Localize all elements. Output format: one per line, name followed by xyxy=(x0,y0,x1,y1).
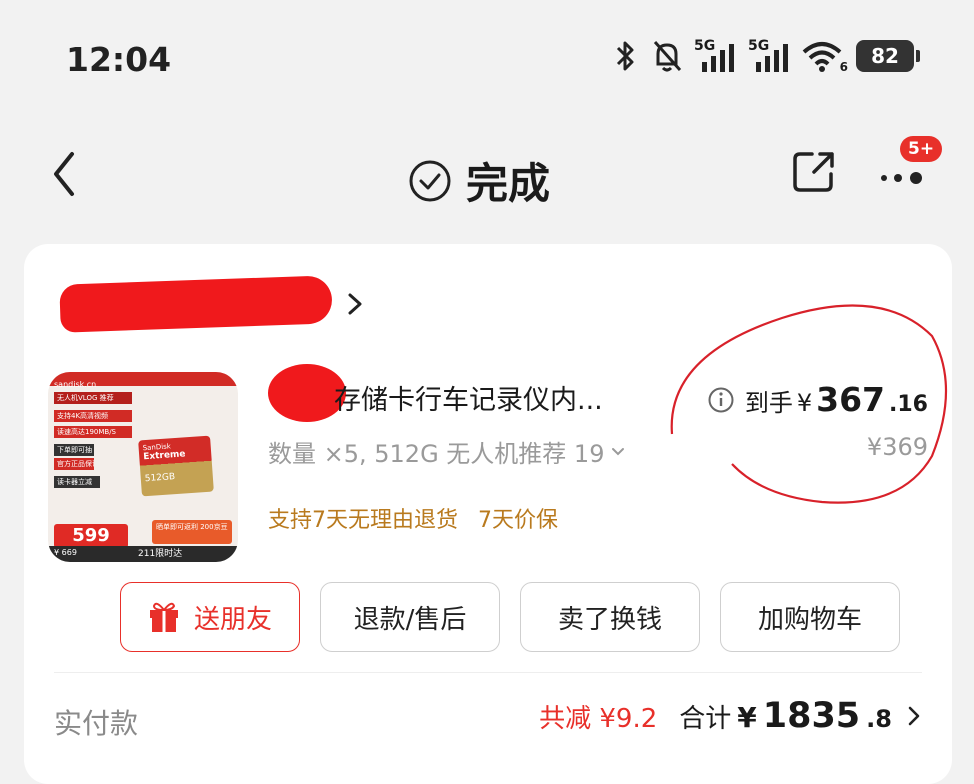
card-capacity: 512GB xyxy=(144,472,176,485)
price-currency: ¥ xyxy=(796,389,813,417)
info-icon[interactable] xyxy=(707,386,735,414)
cellular-signal-1: 5G xyxy=(694,38,738,74)
total-integer: 1835 xyxy=(762,696,861,736)
share-button[interactable] xyxy=(790,148,838,196)
refund-aftersale-button[interactable]: 退款/售后 xyxy=(320,582,500,652)
payment-summary-row[interactable]: 实付款 共减 ¥9.2 合计 ¥ 1835 .8 xyxy=(54,696,922,746)
gift-icon xyxy=(149,602,178,632)
image-price: 599 xyxy=(54,524,128,548)
service-tags: 支持7天无理由退货 7天价保 xyxy=(268,502,558,534)
mute-bell-icon xyxy=(653,41,682,72)
send-to-friend-button[interactable]: 送朋友 xyxy=(120,582,300,652)
nav-title-group: 完成 xyxy=(408,150,550,211)
chevron-right-icon xyxy=(908,706,920,726)
notification-badge: 5+ xyxy=(900,136,943,162)
product-image[interactable]: sandisk.cn 无人机VLOG 推荐 支持4K高清视频 读速高达190MB… xyxy=(48,372,238,562)
final-price: 到手 ¥ 367 .16 xyxy=(707,380,928,419)
total-label: 合计 xyxy=(679,704,732,734)
price-decimal: .16 xyxy=(889,392,928,417)
price-label: 到手 xyxy=(744,389,793,417)
discount-amount: 共减 ¥9.2 xyxy=(539,704,658,734)
signal-bars-icon xyxy=(756,44,788,72)
total-currency: ¥ xyxy=(737,701,757,734)
status-bar: 12:04 5G 5G 6 82 xyxy=(0,0,974,110)
total-decimal: .8 xyxy=(866,705,892,733)
image-headline: 无人机VLOG 推荐 xyxy=(54,392,132,404)
shop-link[interactable] xyxy=(59,275,366,333)
button-label: 退款/售后 xyxy=(353,604,467,635)
image-top-text: sandisk.cn xyxy=(54,380,97,389)
service-tag: 7天价保 xyxy=(478,508,558,533)
back-button[interactable] xyxy=(44,146,84,202)
nav-bar: 完成 xyxy=(0,120,974,230)
image-feature-line: 下单即可抽 xyxy=(54,444,94,456)
product-spec: 数量 ×5, 512G 无人机推荐 19 xyxy=(268,440,605,468)
price-area: 到手 ¥ 367 .16 ¥369 xyxy=(707,380,928,461)
action-buttons: 送朋友 退款/售后 卖了换钱 加购物车 xyxy=(120,582,900,652)
wifi-level-label: 6 xyxy=(839,60,848,74)
more-options-button[interactable] xyxy=(876,156,932,196)
product-spec-selector[interactable]: 数量 ×5, 512G 无人机推荐 19 xyxy=(268,434,626,469)
battery-indicator: 82 xyxy=(856,40,920,72)
bluetooth-icon xyxy=(616,41,634,71)
button-label: 送朋友 xyxy=(193,604,272,635)
cellular-signal-2: 5G xyxy=(748,38,792,74)
redaction-mark xyxy=(59,275,333,333)
service-tag: 支持7天无理由退货 xyxy=(268,508,458,533)
button-label: 加购物车 xyxy=(757,604,862,635)
original-price: ¥369 xyxy=(866,433,928,461)
wifi-indicator: 6 xyxy=(802,38,848,74)
resell-button[interactable]: 卖了换钱 xyxy=(520,582,700,652)
payment-total: 共减 ¥9.2 合计 ¥ 1835 .8 xyxy=(539,696,922,736)
price-integer: 367 xyxy=(816,380,886,419)
sd-card-graphic: SanDisk Extreme 512GB xyxy=(138,435,214,497)
image-top-bar: sandisk.cn xyxy=(48,372,238,389)
wifi-icon xyxy=(802,42,842,72)
signal-bars-icon xyxy=(702,44,734,72)
image-feature-line: 支持4K高清视频 xyxy=(54,410,132,422)
image-old-price: ¥ 669 xyxy=(54,548,77,557)
payment-label: 实付款 xyxy=(54,707,139,740)
add-to-cart-button[interactable]: 加购物车 xyxy=(720,582,900,652)
image-feature-line: 官方正品保证 xyxy=(54,458,94,470)
divider xyxy=(54,672,922,673)
chevron-right-icon xyxy=(348,293,362,315)
status-icons: 5G 5G 6 82 xyxy=(610,38,920,74)
page-title: 完成 xyxy=(466,159,551,208)
image-promo: 晒单即可返利 200京豆 xyxy=(152,520,232,544)
product-title[interactable]: 存储卡行车记录仪内... xyxy=(334,378,674,417)
status-time: 12:04 xyxy=(66,40,172,79)
image-feature-line: 读速高达190MB/S xyxy=(54,426,132,438)
chevron-down-icon xyxy=(612,447,625,455)
button-label: 卖了换钱 xyxy=(557,604,662,635)
check-circle-icon xyxy=(409,160,451,201)
order-card: sandisk.cn 无人机VLOG 推荐 支持4K高清视频 读速高达190MB… xyxy=(24,244,952,784)
image-feature-line: 读卡器立减 xyxy=(54,476,100,488)
